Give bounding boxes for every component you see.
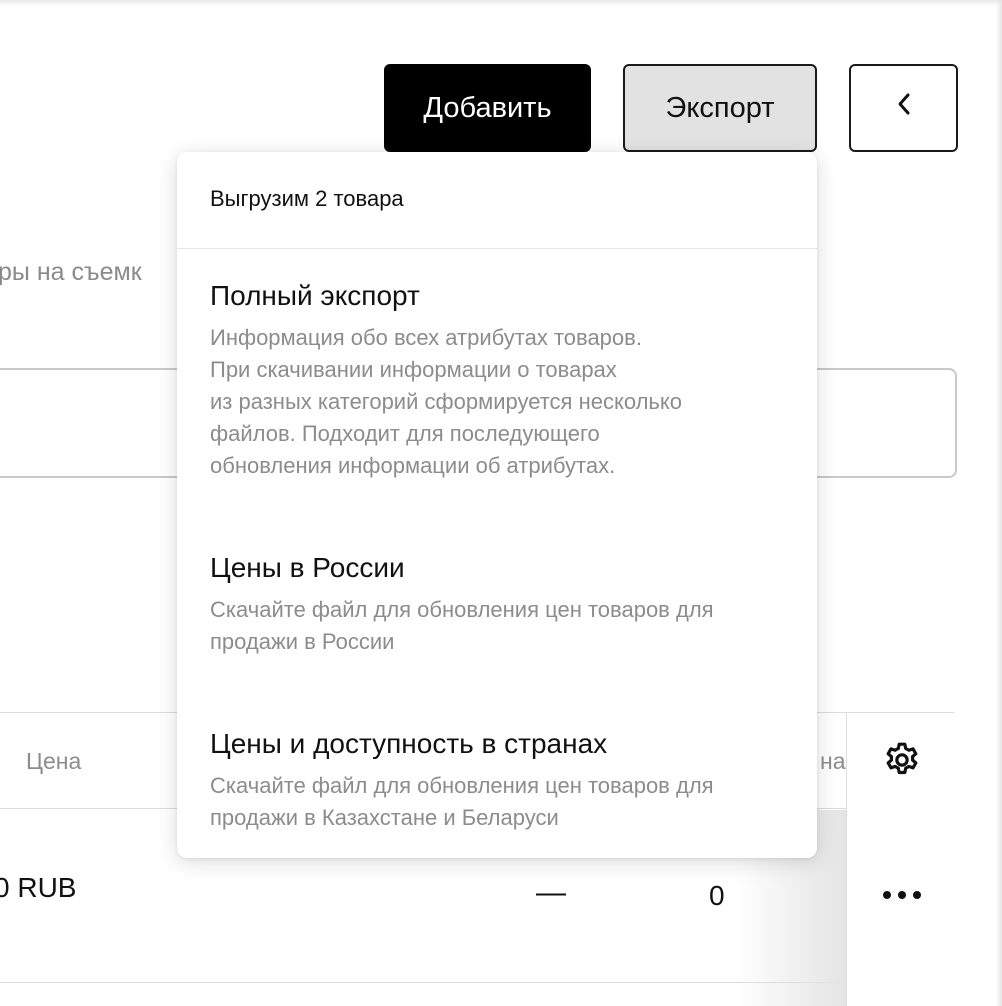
dot bbox=[883, 891, 891, 899]
add-button[interactable]: Добавить bbox=[384, 64, 591, 152]
column-header-price[interactable]: Цена bbox=[26, 748, 81, 775]
menu-item-title: Цены в России bbox=[210, 552, 405, 583]
export-count-header: Выгрузим 2 товара bbox=[210, 186, 404, 211]
dropdown-divider bbox=[177, 248, 817, 249]
dot bbox=[913, 891, 921, 899]
gear-icon[interactable] bbox=[882, 740, 922, 780]
cell-count: 0 bbox=[709, 880, 725, 911]
menu-item-prices-countries[interactable]: Цены и доступность в странах Скачайте фа… bbox=[177, 727, 817, 834]
menu-item-title: Полный экспорт bbox=[210, 280, 420, 311]
menu-item-prices-russia[interactable]: Цены в России Скачайте файл для обновлен… bbox=[177, 551, 817, 658]
menu-item-description: Информация обо всех атрибутах товаров. П… bbox=[210, 325, 683, 478]
menu-item-full-export[interactable]: Полный экспорт Информация обо всех атриб… bbox=[177, 279, 817, 482]
top-shadow bbox=[0, 0, 1002, 6]
export-button[interactable]: Экспорт bbox=[623, 64, 817, 152]
menu-item-description: Скачайте файл для обновления цен товаров… bbox=[210, 773, 714, 830]
background-hint-text: ры на съемк bbox=[0, 258, 142, 286]
chevron-left-icon bbox=[896, 91, 912, 125]
right-edge-shadow bbox=[996, 0, 1002, 1006]
column-header-partial: на bbox=[820, 748, 846, 774]
dot bbox=[898, 891, 906, 899]
menu-item-description: Скачайте файл для обновления цен товаров… bbox=[210, 597, 714, 654]
more-dots-icon[interactable] bbox=[883, 884, 921, 906]
cell-dash: — bbox=[536, 876, 566, 909]
back-button[interactable] bbox=[849, 64, 958, 152]
page: ры на съемк Цена на 0 RUB — 0 Добавить Э… bbox=[0, 0, 1002, 1006]
cell-price: 0 RUB bbox=[0, 872, 77, 903]
menu-item-title: Цены и доступность в странах bbox=[210, 728, 608, 759]
export-dropdown-menu: Выгрузим 2 товара Полный экспорт Информа… bbox=[177, 152, 817, 858]
